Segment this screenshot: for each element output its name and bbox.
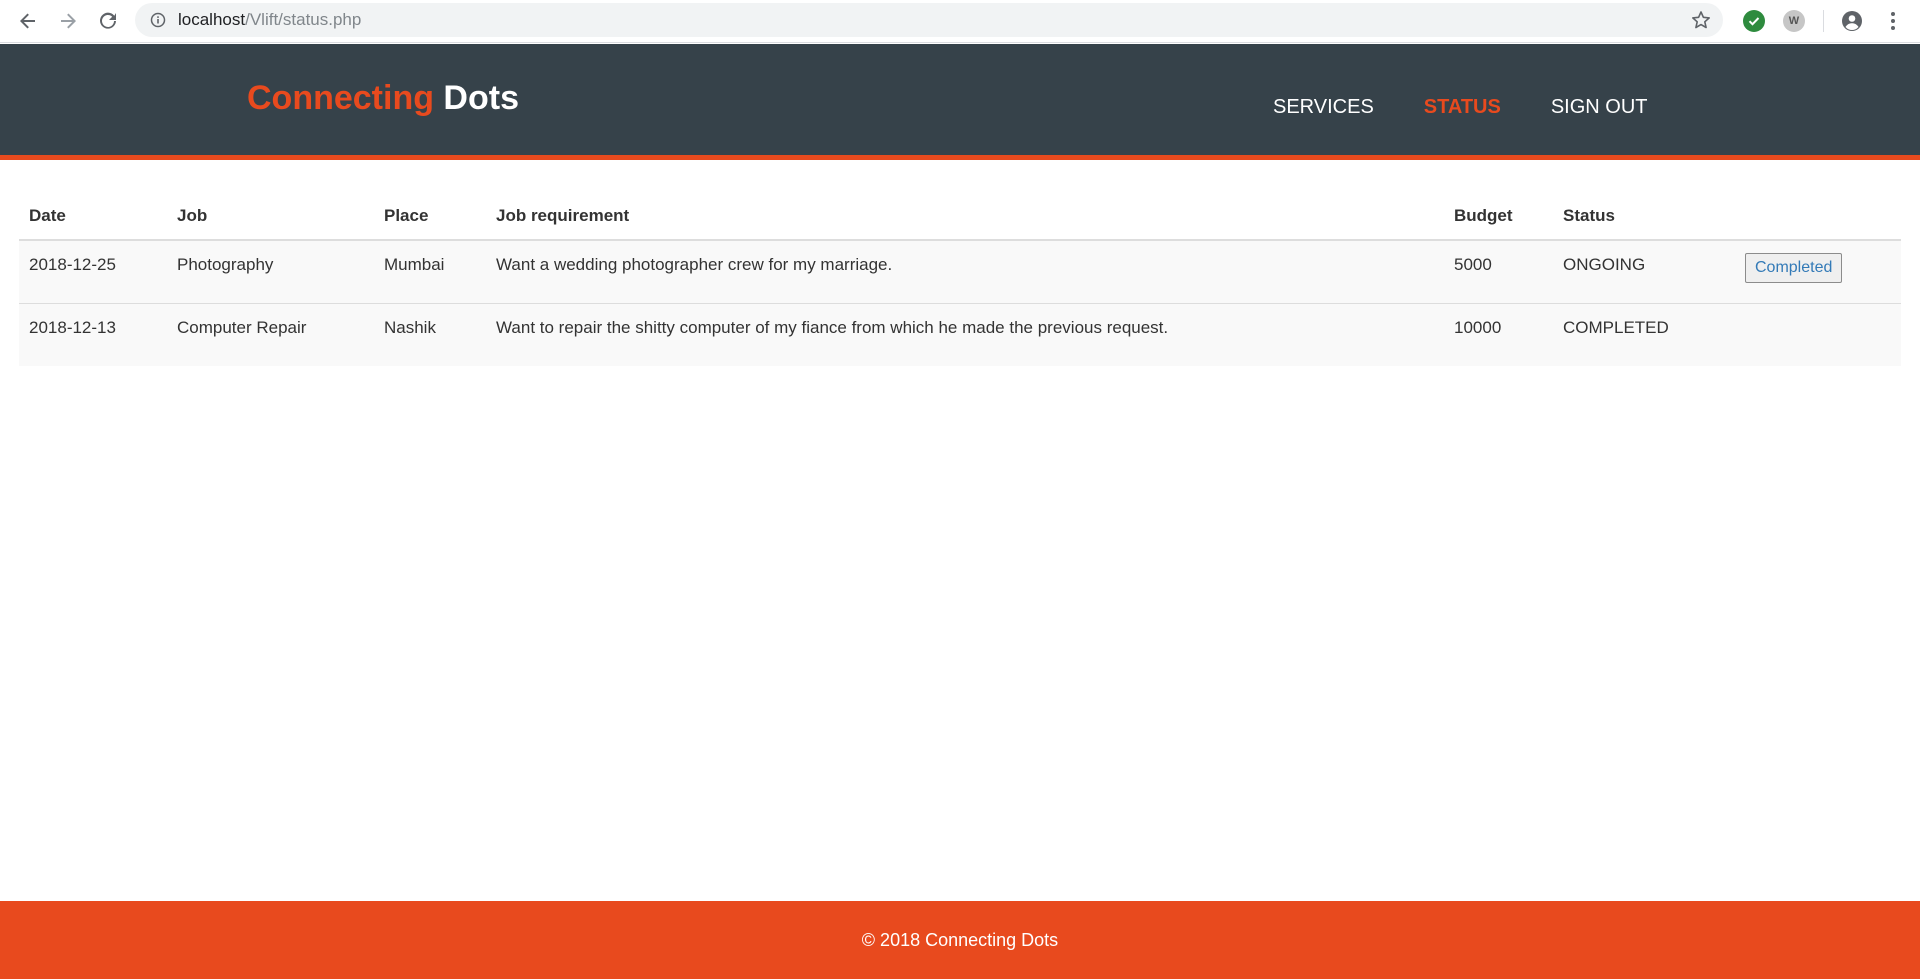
- status-table-container: Date Job Place Job requirement Budget St…: [19, 194, 1901, 366]
- cell-job: Computer Repair: [167, 302, 374, 366]
- toolbar-divider: [1823, 10, 1824, 32]
- nav-services[interactable]: SERVICES: [1273, 96, 1374, 119]
- col-job-header: Job: [167, 194, 374, 241]
- mark-completed-button[interactable]: Completed: [1745, 253, 1843, 283]
- cell-status: ONGOING: [1553, 240, 1727, 303]
- nav-status[interactable]: STATUS: [1424, 96, 1501, 119]
- table-row: 2018-12-25 Photography Mumbai Want a wed…: [19, 240, 1901, 303]
- cell-budget: 10000: [1444, 302, 1553, 366]
- cell-place: Mumbai: [374, 240, 486, 303]
- browser-toolbar: localhost/Vlift/status.php W: [0, 0, 1920, 43]
- site-header: Connecting Dots SERVICES STATUS SIGN OUT: [0, 44, 1920, 160]
- main-nav: SERVICES STATUS SIGN OUT: [1273, 96, 1697, 119]
- url-path: /Vlift/status.php: [245, 10, 362, 29]
- forward-button[interactable]: [48, 1, 88, 41]
- extension-check-icon[interactable]: [1743, 10, 1765, 32]
- col-place-header: Place: [374, 194, 486, 241]
- cell-action: [1727, 302, 1901, 366]
- logo-accent-text: Connecting: [247, 79, 434, 117]
- site-footer: © 2018 Connecting Dots: [0, 901, 1920, 979]
- url-text: localhost/Vlift/status.php: [178, 10, 361, 30]
- back-button[interactable]: [8, 1, 48, 41]
- cell-date: 2018-12-25: [19, 240, 167, 303]
- reload-button[interactable]: [88, 1, 128, 41]
- profile-avatar-icon[interactable]: [1840, 9, 1864, 33]
- cell-action: Completed: [1727, 240, 1901, 303]
- cell-budget: 5000: [1444, 240, 1553, 303]
- col-requirement-header: Job requirement: [486, 194, 1444, 241]
- info-icon[interactable]: [150, 12, 166, 28]
- table-row: 2018-12-13 Computer Repair Nashik Want t…: [19, 302, 1901, 366]
- extension-w-label: W: [1788, 15, 1800, 27]
- url-host: localhost: [178, 10, 246, 29]
- cell-requirement: Want to repair the shitty computer of my…: [486, 302, 1444, 366]
- browser-menu-icon[interactable]: [1883, 9, 1903, 33]
- nav-sign-out[interactable]: SIGN OUT: [1551, 96, 1648, 119]
- col-date-header: Date: [19, 194, 167, 241]
- table-header-row: Date Job Place Job requirement Budget St…: [19, 194, 1901, 241]
- cell-date: 2018-12-13: [19, 302, 167, 366]
- footer-copyright: © 2018 Connecting Dots: [861, 929, 1059, 950]
- col-action-header: [1727, 194, 1901, 241]
- site-logo[interactable]: Connecting Dots: [247, 79, 519, 118]
- logo-rest-text: Dots: [433, 79, 519, 117]
- cell-status: COMPLETED: [1553, 302, 1727, 366]
- cell-place: Nashik: [374, 302, 486, 366]
- cell-requirement: Want a wedding photographer crew for my …: [486, 240, 1444, 303]
- bookmark-star-icon[interactable]: [1691, 10, 1711, 35]
- arrow-right-icon: [61, 13, 76, 29]
- cell-job: Photography: [167, 240, 374, 303]
- reload-icon: [100, 12, 116, 29]
- status-table: Date Job Place Job requirement Budget St…: [19, 194, 1901, 366]
- col-status-header: Status: [1553, 194, 1727, 241]
- arrow-left-icon: [20, 13, 35, 29]
- col-budget-header: Budget: [1444, 194, 1553, 241]
- address-bar[interactable]: localhost/Vlift/status.php: [135, 3, 1723, 37]
- extension-w-icon[interactable]: W: [1783, 10, 1805, 32]
